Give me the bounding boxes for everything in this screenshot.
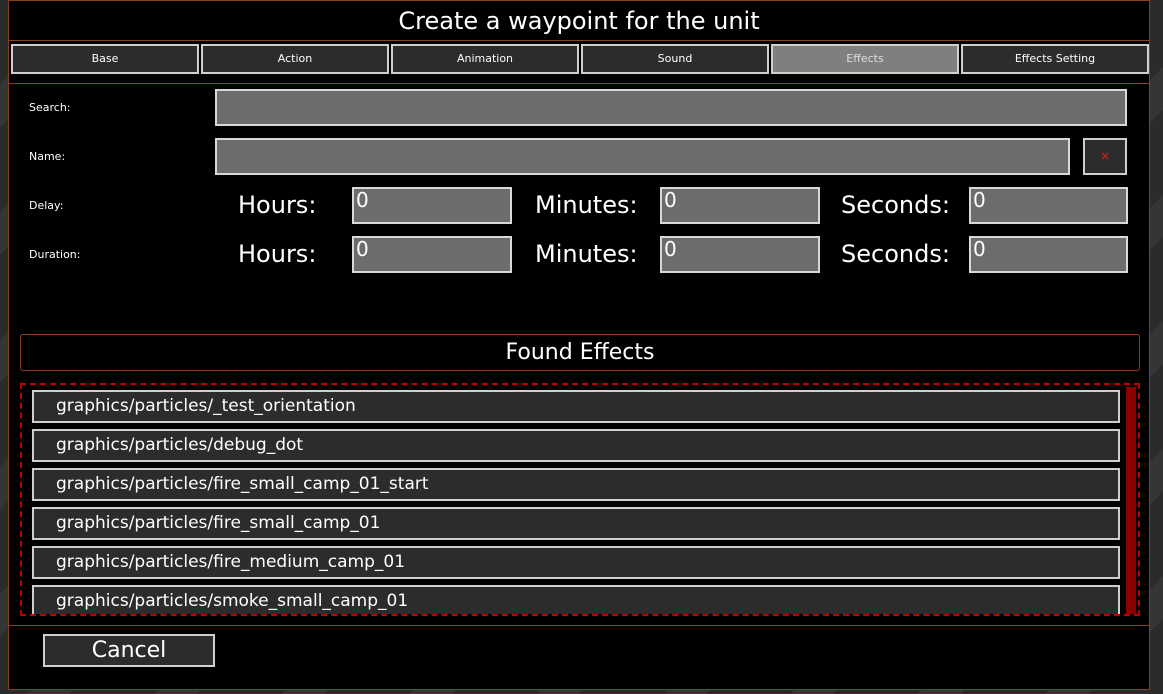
- list-item[interactable]: graphics/particles/fire_medium_camp_01: [32, 546, 1120, 579]
- list-item[interactable]: graphics/particles/debug_dot: [32, 429, 1120, 462]
- name-label: Name:: [29, 150, 66, 163]
- tab-effects[interactable]: Effects: [771, 44, 959, 74]
- tab-sound[interactable]: Sound: [581, 44, 769, 74]
- search-label: Search:: [29, 101, 71, 114]
- waypoint-dialog: Create a waypoint for the unit Base Acti…: [8, 0, 1150, 690]
- duration-label: Duration:: [29, 248, 81, 261]
- list-item[interactable]: graphics/particles/_test_orientation: [32, 390, 1120, 423]
- tabs-divider: [9, 83, 1149, 84]
- delay-hours-input[interactable]: 0: [352, 187, 512, 224]
- duration-hours-label: Hours:: [238, 240, 317, 268]
- duration-hours-input[interactable]: 0: [352, 236, 512, 273]
- delay-seconds-input[interactable]: 0: [969, 187, 1128, 224]
- tab-action[interactable]: Action: [201, 44, 389, 74]
- tab-effects-setting[interactable]: Effects Setting: [961, 44, 1149, 74]
- close-icon: ×: [1099, 149, 1111, 163]
- delay-minutes-input[interactable]: 0: [660, 187, 820, 224]
- effects-list[interactable]: graphics/particles/_test_orientation gra…: [20, 383, 1140, 616]
- tab-animation[interactable]: Animation: [391, 44, 579, 74]
- duration-minutes-label: Minutes:: [535, 240, 638, 268]
- list-item[interactable]: graphics/particles/fire_small_camp_01: [32, 507, 1120, 540]
- clear-name-button[interactable]: ×: [1083, 138, 1127, 175]
- delay-minutes-label: Minutes:: [535, 191, 638, 219]
- found-effects-header: Found Effects: [20, 334, 1140, 371]
- delay-hours-label: Hours:: [238, 191, 317, 219]
- duration-seconds-input[interactable]: 0: [969, 236, 1128, 273]
- duration-minutes-input[interactable]: 0: [660, 236, 820, 273]
- tab-bar: Base Action Animation Sound Effects Effe…: [11, 44, 1149, 74]
- list-item[interactable]: graphics/particles/smoke_small_camp_01: [32, 585, 1120, 614]
- name-input[interactable]: [215, 138, 1070, 175]
- cancel-button[interactable]: Cancel: [43, 634, 215, 667]
- tab-base[interactable]: Base: [11, 44, 199, 74]
- footer-divider: [9, 625, 1149, 626]
- delay-seconds-label: Seconds:: [841, 191, 950, 219]
- list-scrollbar[interactable]: [1126, 387, 1136, 614]
- delay-label: Delay:: [29, 199, 64, 212]
- dialog-title: Create a waypoint for the unit: [9, 1, 1149, 41]
- list-item[interactable]: graphics/particles/fire_small_camp_01_st…: [32, 468, 1120, 501]
- duration-seconds-label: Seconds:: [841, 240, 950, 268]
- search-input[interactable]: [215, 89, 1127, 126]
